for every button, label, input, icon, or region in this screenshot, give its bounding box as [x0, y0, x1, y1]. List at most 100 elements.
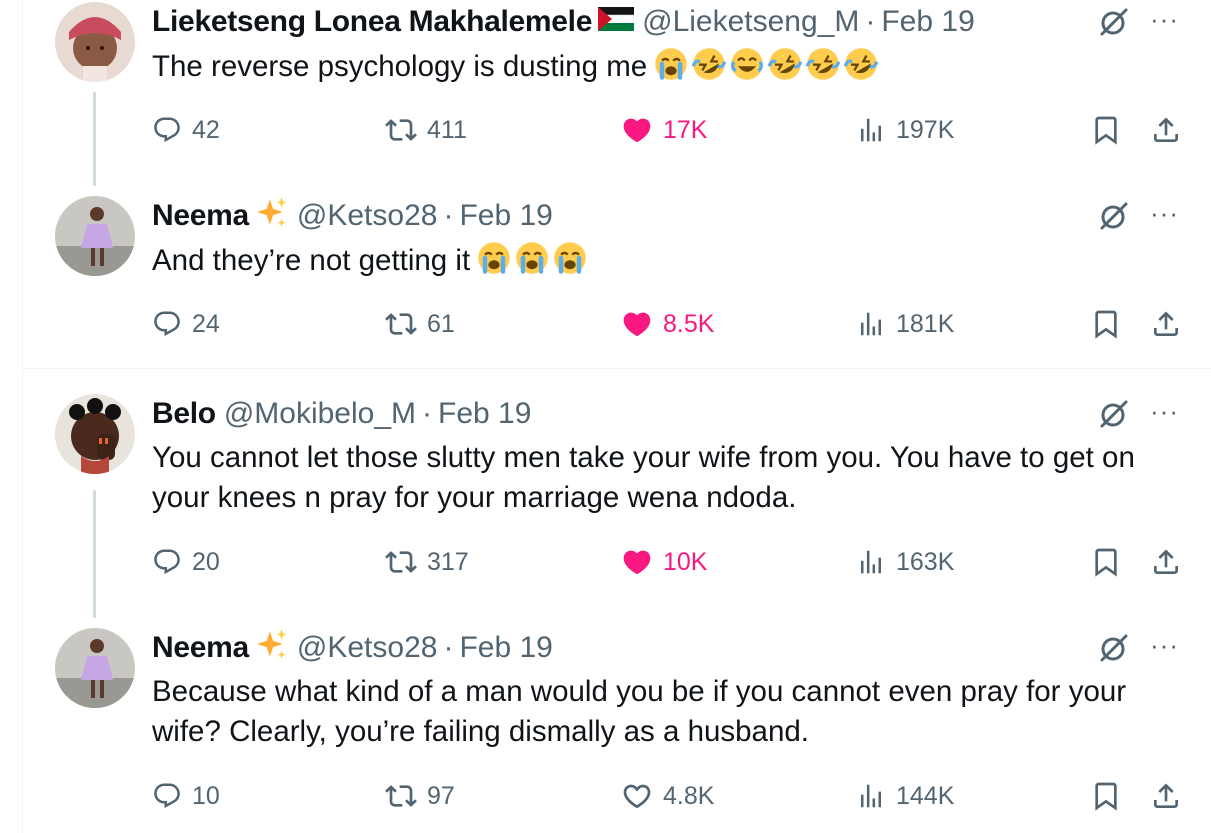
- tweet-text-container: And they’re not getting it: [152, 240, 1192, 281]
- user-handle[interactable]: @Lieketseng_M: [642, 5, 859, 38]
- share-button[interactable]: [1150, 110, 1182, 150]
- user-handle[interactable]: @Ketso28: [297, 199, 438, 232]
- like-button[interactable]: 4.8K: [621, 776, 714, 816]
- rolling-on-floor-laughing-icon: [843, 46, 879, 82]
- repost-button[interactable]: 61: [385, 304, 455, 344]
- repost-icon: [385, 308, 417, 340]
- share-button[interactable]: [1150, 776, 1182, 816]
- repost-count: 411: [427, 115, 467, 144]
- display-name[interactable]: Belo: [152, 397, 216, 431]
- bookmark-icon: [1090, 308, 1122, 340]
- sparkles-icon: [255, 627, 289, 669]
- tweet-date[interactable]: Feb 19: [459, 199, 552, 232]
- tweet-text: The reverse psychology is dusting me: [152, 50, 648, 83]
- like-count: 8.5K: [663, 309, 715, 338]
- bookmark-icon: [1090, 780, 1122, 812]
- user-handle[interactable]: @Mokibelo_M: [224, 397, 416, 430]
- share-button[interactable]: [1150, 542, 1182, 582]
- more-options-icon[interactable]: ···: [1150, 630, 1179, 660]
- bookmark-button[interactable]: [1090, 304, 1122, 344]
- tweet-header: Neema @Ketso28 · Feb 19: [152, 628, 553, 668]
- bookmark-icon: [1090, 546, 1122, 578]
- user-handle[interactable]: @Ketso28: [297, 631, 438, 664]
- views-chart-icon: [856, 309, 886, 339]
- reply-icon: [152, 115, 182, 145]
- like-count: 4.8K: [663, 781, 715, 810]
- reply-button[interactable]: 10: [152, 776, 220, 816]
- tweet-date[interactable]: Feb 19: [459, 631, 552, 664]
- views-button[interactable]: 144K: [856, 776, 954, 816]
- repost-button[interactable]: 317: [385, 542, 469, 582]
- loudly-crying-face-icon: [476, 240, 512, 276]
- display-name[interactable]: Lieketseng Lonea Makhalemele: [152, 5, 592, 39]
- view-count: 181K: [896, 309, 955, 338]
- grok-icon[interactable]: [1098, 6, 1130, 43]
- avatar[interactable]: [55, 628, 135, 708]
- tweet[interactable]: Belo @Mokibelo_M · Feb 19 ··· You cannot l…: [0, 394, 1211, 604]
- grok-icon[interactable]: [1098, 632, 1130, 669]
- reply-count: 42: [192, 115, 220, 144]
- tweet[interactable]: Lieketseng Lonea Makhalemele @Lieketseng…: [0, 2, 1211, 172]
- display-name[interactable]: Neema: [152, 631, 249, 665]
- tweet-actions: 10 97 4.8K 144K: [0, 776, 1211, 816]
- like-count: 17K: [663, 115, 708, 144]
- avatar[interactable]: [55, 2, 135, 82]
- like-count: 10K: [663, 547, 708, 576]
- separator: ·: [865, 5, 876, 38]
- reply-button[interactable]: 24: [152, 304, 220, 344]
- tweet[interactable]: Neema @Ketso28 · Feb 19 ··· Because what k…: [0, 628, 1211, 828]
- tweet-header: Neema @Ketso28 · Feb 19: [152, 196, 553, 236]
- tweet-header: Belo @Mokibelo_M · Feb 19: [152, 394, 531, 434]
- more-options-icon[interactable]: ···: [1150, 396, 1179, 426]
- tweet-text-container: The reverse psychology is dusting me: [152, 46, 1192, 87]
- repost-button[interactable]: 411: [385, 110, 467, 150]
- bookmark-button[interactable]: [1090, 542, 1122, 582]
- tweet-text: Because what kind of a man would you be …: [152, 675, 1127, 748]
- tweet-date[interactable]: Feb 19: [438, 397, 531, 430]
- tweet-actions: 20 317 10K 163K: [0, 542, 1211, 582]
- heart-filled-icon: [621, 114, 653, 146]
- sparkles-icon: [255, 195, 289, 237]
- tweet-actions: 42 411 17K 197K: [0, 110, 1211, 150]
- views-chart-icon: [856, 115, 886, 145]
- share-button[interactable]: [1150, 304, 1182, 344]
- separator: ·: [443, 631, 454, 664]
- avatar[interactable]: [55, 196, 135, 276]
- repost-count: 97: [427, 781, 455, 810]
- reply-button[interactable]: 20: [152, 542, 220, 582]
- grok-icon[interactable]: [1098, 200, 1130, 237]
- avatar[interactable]: [55, 394, 135, 474]
- separator: ·: [443, 199, 454, 232]
- views-button[interactable]: 163K: [856, 542, 954, 582]
- views-chart-icon: [856, 547, 886, 577]
- repost-button[interactable]: 97: [385, 776, 455, 816]
- like-button[interactable]: 10K: [621, 542, 707, 582]
- views-button[interactable]: 181K: [856, 304, 954, 344]
- more-options-icon[interactable]: ···: [1150, 4, 1179, 34]
- share-icon: [1150, 114, 1182, 146]
- tweet[interactable]: Neema @Ketso28 · Feb 19 ··· And they’re no…: [0, 196, 1211, 366]
- share-icon: [1150, 308, 1182, 340]
- display-name[interactable]: Neema: [152, 199, 249, 233]
- share-icon: [1150, 780, 1182, 812]
- like-button[interactable]: 17K: [621, 110, 707, 150]
- reply-count: 24: [192, 309, 220, 338]
- view-count: 197K: [896, 115, 955, 144]
- tweet-text: And they’re not getting it: [152, 244, 471, 277]
- tweet-date[interactable]: Feb 19: [881, 5, 974, 38]
- bookmark-icon: [1090, 114, 1122, 146]
- bookmark-button[interactable]: [1090, 110, 1122, 150]
- views-button[interactable]: 197K: [856, 110, 954, 150]
- tweet-header: Lieketseng Lonea Makhalemele @Lieketseng…: [152, 2, 975, 42]
- reply-button[interactable]: 42: [152, 110, 220, 150]
- rolling-on-floor-laughing-icon: [691, 46, 727, 82]
- loudly-crying-face-icon: [514, 240, 550, 276]
- rolling-on-floor-laughing-icon: [805, 46, 841, 82]
- more-options-icon[interactable]: ···: [1150, 198, 1179, 228]
- tweet-text: You cannot let those slutty men take you…: [152, 441, 1135, 514]
- bookmark-button[interactable]: [1090, 776, 1122, 816]
- face-with-tears-of-joy-icon: [729, 46, 765, 82]
- grok-icon[interactable]: [1098, 398, 1130, 435]
- view-count: 163K: [896, 547, 955, 576]
- like-button[interactable]: 8.5K: [621, 304, 714, 344]
